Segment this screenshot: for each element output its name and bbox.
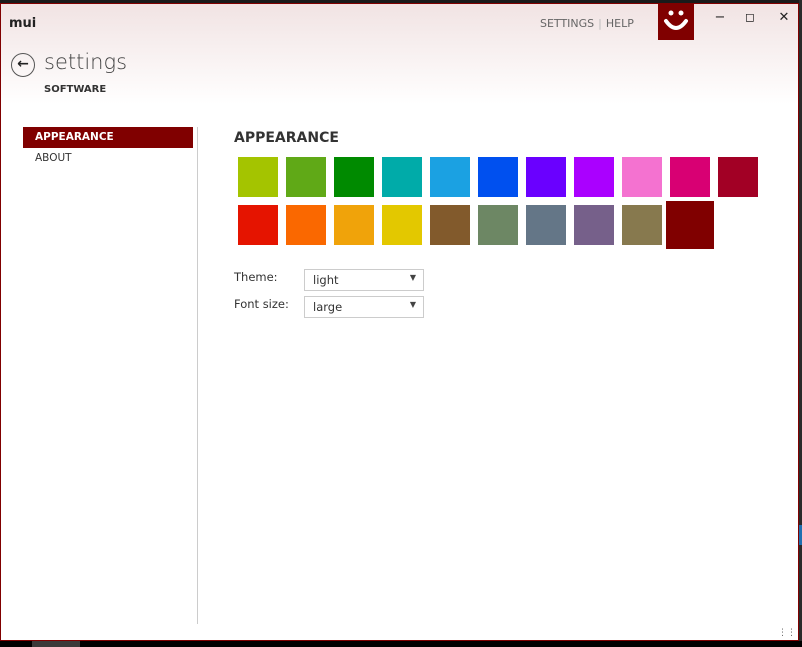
nav-item-about[interactable]: ABOUT: [23, 148, 193, 169]
theme-label: Theme:: [234, 270, 278, 284]
divider: [197, 127, 198, 624]
accent-color-swatch[interactable]: [574, 157, 614, 197]
back-arrow-icon[interactable]: ←: [11, 53, 35, 77]
resize-grip-icon[interactable]: ⋮⋮: [778, 628, 796, 638]
settings-link[interactable]: SETTINGS: [540, 17, 594, 30]
accent-color-swatch[interactable]: [622, 157, 662, 197]
settings-nav: APPEARANCE ABOUT: [23, 127, 193, 169]
accent-color-swatch[interactable]: [286, 157, 326, 197]
app-window: mui SETTINGS | HELP − ◻ ✕ ← settings SOFTW…: [0, 3, 799, 641]
accent-color-swatch[interactable]: [286, 205, 326, 245]
accent-color-swatch[interactable]: [526, 205, 566, 245]
accent-color-swatch[interactable]: [238, 205, 278, 245]
page-subtitle: SOFTWARE: [44, 84, 107, 95]
accent-color-swatch[interactable]: [430, 205, 470, 245]
dropdown-arrow-icon: ▼: [409, 300, 416, 309]
accent-color-swatch[interactable]: [334, 205, 374, 245]
font-size-value: large: [313, 300, 343, 314]
accent-color-swatch[interactable]: [430, 157, 470, 197]
theme-value: light: [313, 273, 339, 287]
accent-color-swatch[interactable]: [718, 157, 758, 197]
dropdown-arrow-icon: ▼: [409, 273, 416, 282]
theme-select[interactable]: light ▼: [304, 269, 424, 291]
accent-color-swatch[interactable]: [478, 205, 518, 245]
accent-color-swatch[interactable]: [666, 201, 714, 249]
accent-color-swatch[interactable]: [526, 157, 566, 197]
section-heading: APPEARANCE: [234, 130, 339, 146]
help-link[interactable]: HELP: [606, 17, 634, 30]
close-icon[interactable]: ✕: [774, 10, 794, 25]
nav-item-appearance[interactable]: APPEARANCE: [23, 127, 193, 148]
accent-color-swatch[interactable]: [382, 157, 422, 197]
accent-color-swatch[interactable]: [334, 157, 374, 197]
maximize-icon[interactable]: ◻: [740, 10, 760, 24]
accent-color-swatch[interactable]: [478, 157, 518, 197]
accent-color-swatch[interactable]: [670, 157, 710, 197]
accent-color-swatch[interactable]: [238, 157, 278, 197]
separator: |: [598, 17, 602, 30]
title-links: SETTINGS | HELP: [540, 17, 634, 30]
page-title: settings: [44, 50, 128, 74]
font-size-select[interactable]: large ▼: [304, 296, 424, 318]
smiley-logo-icon: [658, 4, 694, 40]
minimize-icon[interactable]: −: [710, 10, 730, 25]
accent-color-swatch[interactable]: [622, 205, 662, 245]
font-size-label: Font size:: [234, 297, 289, 311]
accent-color-swatch[interactable]: [382, 205, 422, 245]
accent-color-swatch[interactable]: [574, 205, 614, 245]
taskbar: [0, 641, 802, 647]
app-title: mui: [9, 16, 37, 31]
